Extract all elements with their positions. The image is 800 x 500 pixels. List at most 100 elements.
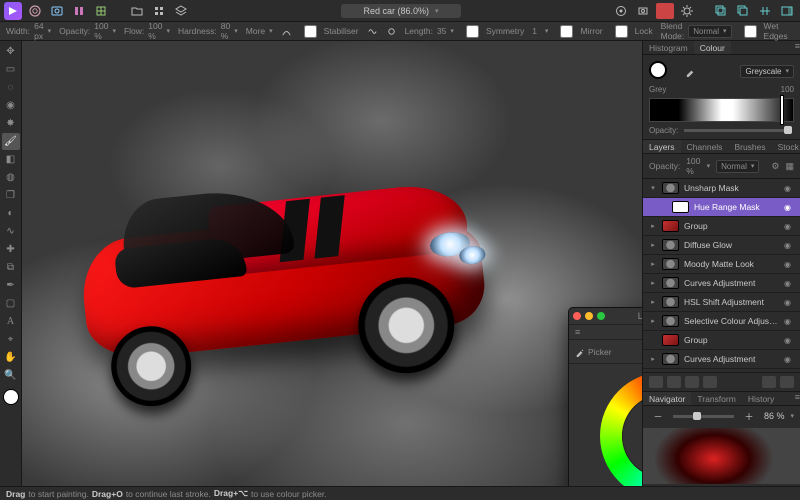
visibility-icon[interactable]: ◉ <box>784 203 794 212</box>
tab-channels[interactable]: Channels <box>681 140 729 153</box>
flood-select-tool[interactable]: ✸ <box>2 115 20 132</box>
layers-quick-icon[interactable] <box>172 3 190 19</box>
width-control[interactable]: Width: 64 px▾ <box>6 21 51 41</box>
tab-transform[interactable]: Transform <box>691 392 741 405</box>
grid-icon[interactable] <box>150 3 168 19</box>
grey-slider[interactable] <box>649 98 794 122</box>
canvas[interactable]: Live Hue Range Mask ≡ Merge Delete Reset… <box>22 41 642 486</box>
tab-stock[interactable]: Stock <box>772 140 800 153</box>
visibility-icon[interactable]: ◉ <box>784 355 794 364</box>
panel-menu-icon[interactable]: ≡ <box>575 327 580 337</box>
close-icon[interactable] <box>573 312 581 320</box>
zoom-tool[interactable]: 🔍 <box>2 367 20 384</box>
assistant-icon[interactable] <box>612 3 630 19</box>
visibility-icon[interactable]: ◉ <box>784 279 794 288</box>
colour-panel-menu-icon[interactable]: ≡ <box>795 41 800 54</box>
disclosure-icon[interactable]: ▸ <box>649 317 657 325</box>
tab-brushes[interactable]: Brushes <box>728 140 771 153</box>
navigator-thumbnail[interactable] <box>643 428 800 484</box>
foreground-swatch[interactable] <box>3 389 19 405</box>
document-title[interactable]: Red car (86.0%) ▾ <box>341 4 461 18</box>
force-pressure-icon[interactable] <box>281 23 292 39</box>
layer-row[interactable]: ▸Curves Adjustment◉ <box>643 274 800 293</box>
move-tool[interactable]: ✥ <box>2 43 20 60</box>
visibility-icon[interactable]: ◉ <box>784 317 794 326</box>
layer-row[interactable]: ▸HSL Shift Adjustment◉ <box>643 293 800 312</box>
layer-row[interactable]: ▸Group◉ <box>643 217 800 236</box>
eyedropper-tool[interactable]: ⌖ <box>2 331 20 348</box>
selection-brush-tool[interactable]: ◉ <box>2 97 20 114</box>
layer-fx-icon[interactable]: ⚙ <box>771 161 779 172</box>
mask-layer-button[interactable] <box>649 376 663 388</box>
tab-history[interactable]: History <box>742 392 780 405</box>
hue-ring[interactable]: Hue Range (330° – 21°) <box>600 372 642 486</box>
zoom-in-icon[interactable]: ＋ <box>740 408 758 424</box>
fx-layer-button[interactable] <box>685 376 699 388</box>
file-open-icon[interactable] <box>128 3 146 19</box>
delete-layer-button[interactable] <box>780 376 794 388</box>
eyedropper-icon[interactable] <box>681 63 699 79</box>
layer-row[interactable]: ▸Curves Adjustment◉ <box>643 350 800 369</box>
erase-tool[interactable]: ◧ <box>2 151 20 168</box>
symmetry-checkbox[interactable] <box>466 25 479 38</box>
window-stabiliser-icon[interactable] <box>386 23 397 39</box>
clone-tool[interactable]: ❐ <box>2 187 20 204</box>
shape-tool[interactable]: ▢ <box>2 295 20 312</box>
layer-row[interactable]: Group◉ <box>643 331 800 350</box>
hardness-control[interactable]: Hardness: 80 %▾ <box>178 21 238 41</box>
stabiliser-checkbox[interactable] <box>304 25 317 38</box>
persona-liquify-icon[interactable] <box>26 3 44 19</box>
add-layer-button[interactable] <box>762 376 776 388</box>
disclosure-icon[interactable]: ▸ <box>649 260 657 268</box>
maximize-icon[interactable] <box>597 312 605 320</box>
minimize-icon[interactable] <box>585 312 593 320</box>
adjustment-layer-button[interactable] <box>667 376 681 388</box>
layers-blend-dropdown[interactable]: Normal▾ <box>716 160 759 173</box>
app-menu-button[interactable] <box>4 2 22 20</box>
colour-mode-dropdown[interactable]: Greyscale▾ <box>740 65 794 78</box>
disclosure-icon[interactable]: ▸ <box>649 241 657 249</box>
visibility-icon[interactable]: ◉ <box>784 260 794 269</box>
visibility-icon[interactable]: ◉ <box>784 222 794 231</box>
disclosure-icon[interactable]: ▸ <box>649 279 657 287</box>
selection-tool[interactable]: ▭ <box>2 61 20 78</box>
picker-button[interactable]: Picker <box>575 347 612 357</box>
visibility-icon[interactable]: ◉ <box>784 298 794 307</box>
layer-row[interactable]: Hue Range Mask◉ <box>643 198 800 217</box>
rope-stabiliser-icon[interactable] <box>367 23 378 39</box>
layer-row[interactable]: ▸Diffuse Glow◉ <box>643 236 800 255</box>
mirror-checkbox[interactable] <box>560 25 573 38</box>
tab-navigator[interactable]: Navigator <box>643 392 691 405</box>
fill-tool[interactable]: ◍ <box>2 169 20 186</box>
arrange-back-icon[interactable] <box>712 3 730 19</box>
disclosure-icon[interactable]: ▸ <box>649 222 657 230</box>
visibility-icon[interactable]: ◉ <box>784 336 794 345</box>
more-dropdown[interactable]: More▾ <box>246 26 273 36</box>
smudge-tool[interactable]: ∿ <box>2 223 20 240</box>
disclosure-icon[interactable]: ▸ <box>649 355 657 363</box>
primary-colour-swatch[interactable] <box>649 61 667 79</box>
dodge-tool[interactable]: ◐ <box>2 205 20 222</box>
disclosure-icon[interactable]: ▸ <box>649 298 657 306</box>
persona-tone-icon[interactable] <box>70 3 88 19</box>
lock-checkbox[interactable] <box>615 25 628 38</box>
pen-tool[interactable]: ✒ <box>2 277 20 294</box>
healing-tool[interactable]: ✚ <box>2 241 20 258</box>
flow-control[interactable]: Flow: 100 %▾ <box>124 21 170 41</box>
crop-tool[interactable]: ⧉ <box>2 259 20 276</box>
layer-row[interactable]: ▸Selective Colour Adjustment◉ <box>643 312 800 331</box>
visibility-icon[interactable]: ◉ <box>784 184 794 193</box>
persona-develop-icon[interactable] <box>48 3 66 19</box>
opacity-control[interactable]: Opacity: 100 %▾ <box>59 21 116 41</box>
preferences-icon[interactable] <box>678 3 696 19</box>
layer-row[interactable]: ▸Moody Matte Look◉ <box>643 255 800 274</box>
colour-opacity-slider[interactable] <box>684 129 792 132</box>
layer-options-icon[interactable]: ▦ <box>785 161 794 172</box>
tab-histogram[interactable]: Histogram <box>643 41 694 54</box>
hand-tool[interactable]: ✋ <box>2 349 20 366</box>
tab-layers[interactable]: Layers <box>643 140 681 153</box>
visibility-icon[interactable]: ◉ <box>784 241 794 250</box>
lasso-tool[interactable]: ◌ <box>2 79 20 96</box>
studio-toggle-icon[interactable] <box>778 3 796 19</box>
record-icon[interactable] <box>656 3 674 19</box>
